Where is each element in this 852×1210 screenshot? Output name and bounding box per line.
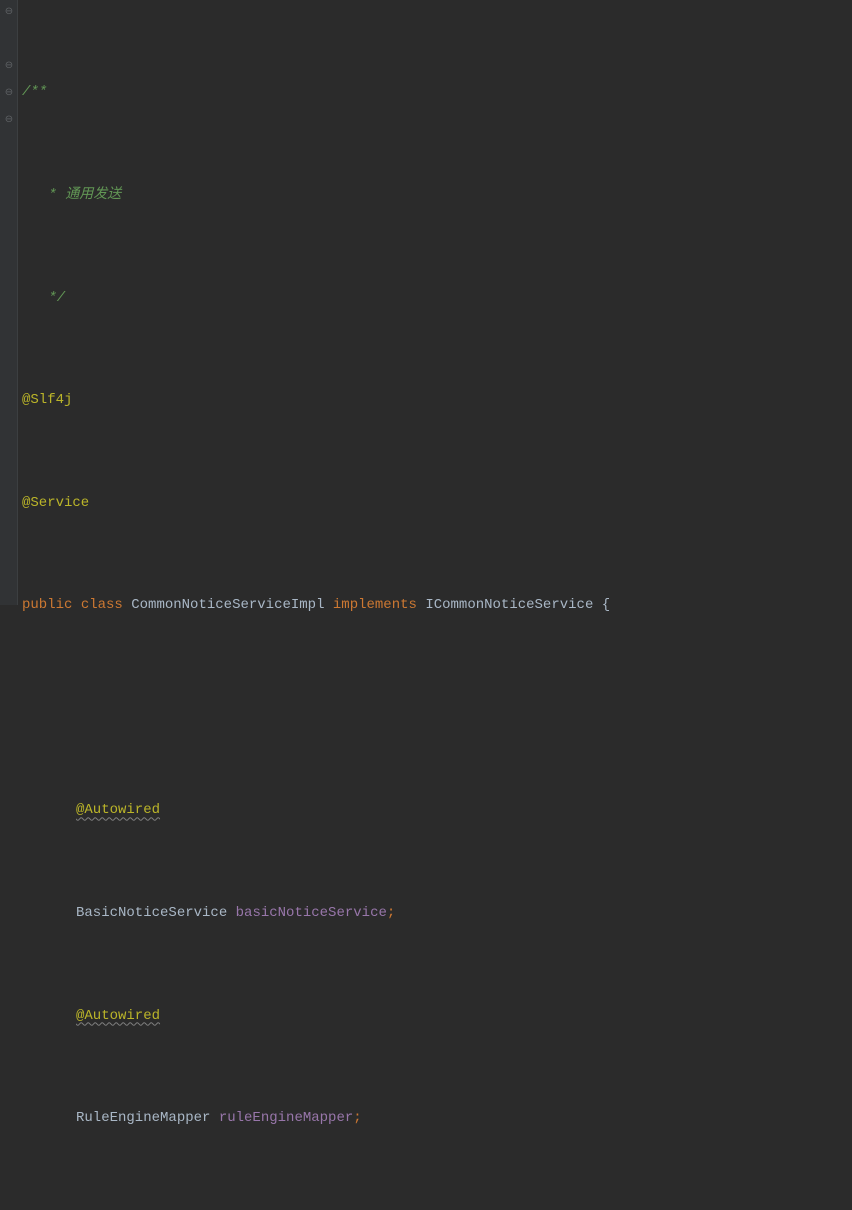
- annotation-service: @Service: [22, 495, 89, 511]
- keyword-implements: implements: [333, 597, 417, 613]
- annotation-slf4j: @Slf4j: [22, 392, 72, 408]
- keyword-public: public: [22, 597, 72, 613]
- field-basic-notice: basicNoticeService: [236, 905, 387, 921]
- editor-gutter: ⊖ ⊖ ⊖ ⊖: [0, 0, 18, 605]
- semicolon: ;: [387, 905, 395, 921]
- fold-icon[interactable]: ⊖: [4, 62, 14, 72]
- type-basic-notice: BasicNoticeService: [76, 905, 227, 921]
- javadoc-start: /**: [22, 84, 47, 100]
- code-editor[interactable]: /** * 通用发送 */ @Slf4j @Service public cla…: [0, 0, 852, 1210]
- semicolon: ;: [353, 1110, 361, 1126]
- class-name: CommonNoticeServiceImpl: [131, 597, 324, 613]
- javadoc-end: */: [40, 290, 65, 306]
- brace-open: {: [602, 597, 610, 613]
- fold-icon[interactable]: ⊖: [4, 116, 14, 126]
- javadoc-text: * 通用发送: [40, 187, 121, 203]
- fold-icon[interactable]: ⊖: [4, 89, 14, 99]
- fold-icon[interactable]: ⊖: [4, 8, 14, 18]
- type-rule-engine: RuleEngineMapper: [76, 1110, 210, 1126]
- keyword-class: class: [81, 597, 123, 613]
- annotation-autowired: @Autowired: [76, 1008, 160, 1024]
- interface-name: ICommonNoticeService: [425, 597, 593, 613]
- annotation-autowired: @Autowired: [76, 802, 160, 818]
- field-rule-engine: ruleEngineMapper: [219, 1110, 353, 1126]
